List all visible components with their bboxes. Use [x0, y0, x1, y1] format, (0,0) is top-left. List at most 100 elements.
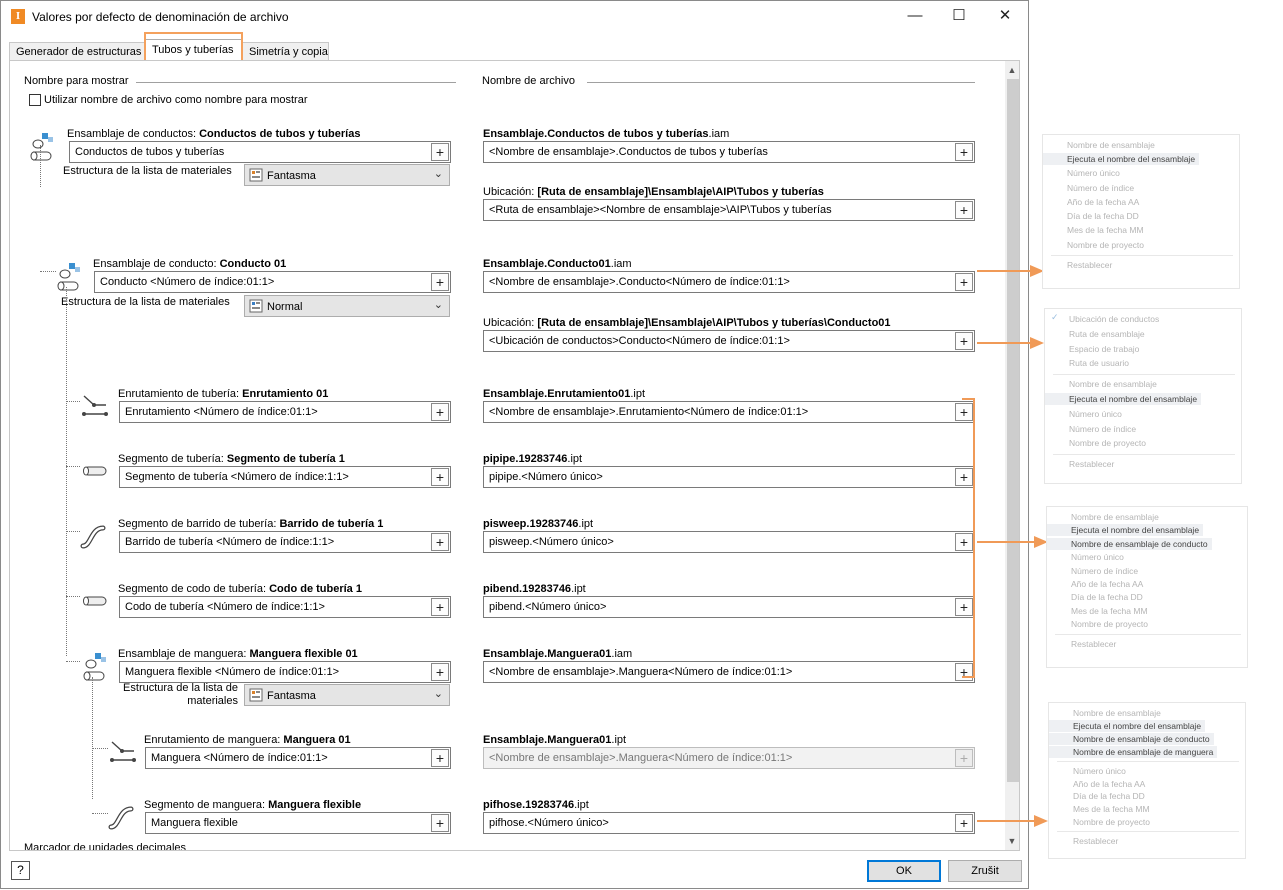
insert-plus-button[interactable]: + [431, 533, 449, 551]
use-filename-checkbox[interactable] [29, 94, 41, 106]
bom-structure-select[interactable]: Fantasma ⌄ [244, 684, 450, 706]
menu-item[interactable]: Restablecer [1045, 458, 1118, 470]
menu-item[interactable]: Mes de la fecha MM [1049, 803, 1154, 815]
display-name-field[interactable]: Manguera flexible <Número de índice:01:1… [119, 661, 451, 683]
menu-item[interactable]: Restablecer [1043, 259, 1116, 271]
bom-structure-select[interactable]: Normal ⌄ [244, 295, 450, 317]
tab-mirror-copy[interactable]: Simetría y copia [242, 42, 329, 62]
minimize-button[interactable]: — [893, 1, 937, 32]
display-name-field[interactable]: Conducto <Número de índice:01:1> + [94, 271, 451, 293]
display-name-field-text: Codo de tubería <Número de índice:1:1> [125, 601, 325, 613]
insert-plus-button[interactable]: + [431, 749, 449, 767]
menu-item[interactable]: Número de índice [1045, 423, 1140, 435]
menu-item[interactable]: Nombre de ensamblaje [1049, 707, 1165, 719]
location-prefix: Ubicación: [483, 317, 538, 329]
file-name-field[interactable]: pipipe.<Número único> + [483, 466, 975, 488]
display-name-field[interactable]: Manguera flexible + [145, 812, 451, 834]
menu-item[interactable]: Ejecuta el nombre del ensamblaje [1047, 524, 1204, 537]
insert-plus-button[interactable]: + [955, 273, 973, 291]
tab-tube-and-pipe[interactable]: Tubos y tuberías [145, 39, 242, 62]
insert-plus-button[interactable]: + [431, 663, 449, 681]
menu-item[interactable]: Número único [1047, 551, 1128, 563]
file-name-field[interactable]: <Nombre de ensamblaje>.Manguera<Número d… [483, 661, 975, 683]
menu-item[interactable]: Mes de la fecha MM [1043, 224, 1148, 236]
cancel-button[interactable]: Zrušit [948, 860, 1022, 882]
display-name-field[interactable]: Barrido de tubería <Número de índice:1:1… [119, 531, 451, 553]
menu-item[interactable]: Nombre de proyecto [1045, 437, 1150, 449]
display-name-field[interactable]: Manguera <Número de índice:01:1> + [145, 747, 451, 769]
menu-item[interactable]: Nombre de proyecto [1043, 239, 1148, 251]
insert-plus-button[interactable]: + [955, 143, 973, 161]
menu-item[interactable]: Año de la fecha AA [1047, 578, 1147, 590]
insert-plus-button[interactable]: + [955, 201, 973, 219]
bom-structure-select[interactable]: Fantasma ⌄ [244, 164, 450, 186]
file-name-field[interactable]: <Nombre de ensamblaje>.Conductos de tubo… [483, 141, 975, 163]
menu-item[interactable]: Nombre de ensamblaje de conducto [1047, 537, 1212, 550]
menu-item[interactable]: Mes de la fecha MM [1047, 605, 1152, 617]
menu-item[interactable]: Año de la fecha AA [1049, 778, 1149, 790]
file-name-field[interactable]: pisweep.<Número único> + [483, 531, 975, 553]
location-field[interactable]: <Ruta de ensamblaje><Nombre de ensamblaj… [483, 199, 975, 221]
menu-item[interactable]: Ejecuta el nombre del ensamblaje [1045, 393, 1202, 405]
menu-item[interactable]: Nombre de ensamblaje [1043, 139, 1159, 151]
insert-plus-button[interactable]: + [955, 468, 973, 486]
menu-item[interactable]: Restablecer [1049, 835, 1122, 847]
menu-item[interactable]: Ruta de usuario [1045, 357, 1133, 369]
close-button[interactable]: ✕ [983, 1, 1027, 32]
insert-plus-button[interactable]: + [431, 403, 449, 421]
menu-item[interactable]: Número único [1045, 408, 1126, 420]
display-name-field[interactable]: Segmento de tubería <Número de índice:1:… [119, 466, 451, 488]
menu-item[interactable]: Número de índice [1047, 565, 1142, 577]
insert-plus-button[interactable]: + [431, 143, 449, 161]
menu-item[interactable]: Nombre de proyecto [1047, 618, 1152, 630]
insert-plus-button[interactable]: + [955, 598, 973, 616]
menu-item[interactable]: Nombre de ensamblaje [1047, 511, 1163, 523]
file-name-field[interactable]: <Nombre de ensamblaje>.Enrutamiento<Núme… [483, 401, 975, 423]
menu-item[interactable]: Día de la fecha DD [1043, 210, 1143, 222]
menu-item[interactable]: Nombre de ensamblaje [1045, 378, 1161, 390]
menu-item[interactable]: Número de índice [1043, 182, 1138, 194]
menu-item[interactable]: Ejecuta el nombre del ensamblaje [1043, 153, 1200, 166]
display-name-field[interactable]: Conductos de tubos y tuberías + [69, 141, 451, 163]
menu-item[interactable]: Espacio de trabajo [1045, 343, 1143, 355]
menu-item[interactable]: Año de la fecha AA [1043, 196, 1143, 208]
insert-plus-button[interactable]: + [955, 814, 973, 832]
insert-plus-button[interactable]: + [955, 663, 973, 681]
insert-plus-button[interactable]: + [955, 533, 973, 551]
file-name-base: Ensamblaje.Manguera01 [483, 648, 612, 660]
file-name-field[interactable]: pibend.<Número único> + [483, 596, 975, 618]
file-name-field[interactable]: pifhose.<Número único> + [483, 812, 975, 834]
menu-item[interactable]: Nombre de ensamblaje de manguera [1049, 745, 1218, 758]
menu-item[interactable]: Restablecer [1047, 638, 1120, 650]
maximize-button[interactable]: ☐ [937, 1, 981, 32]
ok-button[interactable]: OK [867, 860, 941, 882]
menu-item[interactable]: Día de la fecha DD [1047, 591, 1147, 603]
tab-frame-generator[interactable]: Generador de estructuras [9, 42, 145, 62]
menu-item[interactable]: Número único [1043, 167, 1124, 179]
menu-item[interactable]: Nombre de ensamblaje de conducto [1049, 732, 1214, 745]
insert-plus-button[interactable]: + [431, 468, 449, 486]
display-name-field[interactable]: Enrutamiento <Número de índice:01:1> + [119, 401, 451, 423]
insert-plus-button[interactable]: + [431, 598, 449, 616]
menu-item[interactable]: Día de la fecha DD [1049, 790, 1149, 802]
scroll-thumb[interactable] [1007, 79, 1019, 782]
file-name-field[interactable]: <Nombre de ensamblaje>.Conducto<Número d… [483, 271, 975, 293]
menu-item[interactable]: Número único [1049, 765, 1130, 777]
location-field[interactable]: <Ubicación de conductos>Conducto<Número … [483, 330, 975, 352]
insert-plus-button[interactable]: + [431, 273, 449, 291]
location-value: [Ruta de ensamblaje]\Ensamblaje\AIP\Tubo… [537, 317, 891, 329]
file-name-ext: .iam [610, 258, 632, 270]
display-name-field[interactable]: Codo de tubería <Número de índice:1:1> + [119, 596, 451, 618]
menu-item[interactable]: Ubicación de conductos [1045, 313, 1163, 325]
scroll-up-arrow[interactable]: ▲ [1005, 62, 1019, 78]
menu-item[interactable]: Ejecuta el nombre del ensamblaje [1049, 719, 1206, 732]
menu-item[interactable]: Ruta de ensamblaje [1045, 328, 1149, 340]
insert-plus-button[interactable]: + [955, 332, 973, 350]
scroll-down-arrow[interactable]: ▼ [1005, 833, 1019, 849]
file-name-ext: .ipt [630, 388, 646, 400]
insert-plus-button[interactable]: + [431, 814, 449, 832]
vertical-scrollbar[interactable]: ▲ ▼ [1005, 61, 1019, 850]
help-button[interactable]: ? [11, 861, 30, 880]
insert-plus-button[interactable]: + [955, 403, 973, 421]
menu-item[interactable]: Nombre de proyecto [1049, 816, 1154, 828]
